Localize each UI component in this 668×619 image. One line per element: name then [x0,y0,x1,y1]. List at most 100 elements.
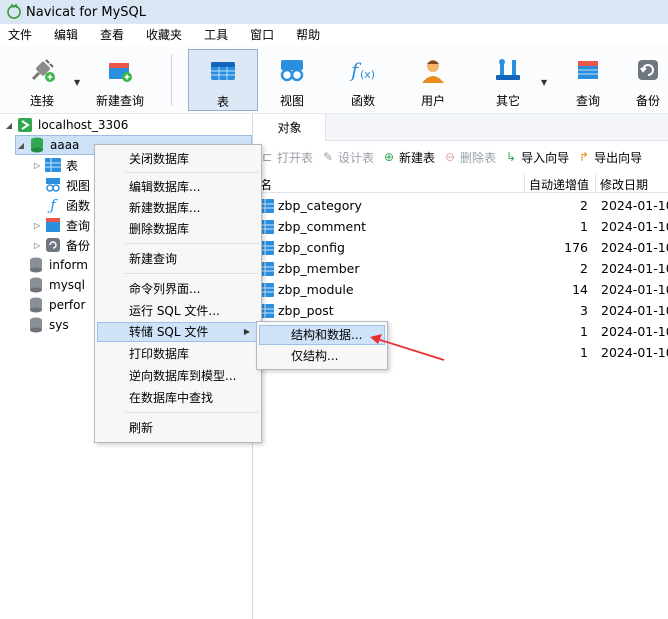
user-button[interactable]: 用户 [405,49,461,111]
plug-icon [27,55,57,85]
new-table-button[interactable]: ⊕ 新建表 [382,149,435,166]
minus-circle-icon: ⊖ [445,150,456,164]
backup-icon [45,237,61,253]
column-header-auto-increment[interactable]: 自动递增值 [529,176,589,193]
annotation-arrow-icon [370,334,445,361]
menu-help[interactable]: 帮助 [288,24,328,46]
table-row[interactable]: zbp_config 176 2024-01-10 [254,238,668,259]
connect-button[interactable]: 连接 [14,49,70,111]
table-icon [260,283,274,297]
query-icon [45,217,61,233]
menu-item-refresh[interactable]: 刷新 [97,418,259,438]
tools-icon [493,55,523,85]
connection-icon [17,117,33,133]
menu-item-reverse-to-model[interactable]: 逆向数据库到模型... [97,366,259,386]
menu-item-delete-database[interactable]: 删除数据库 [97,219,259,239]
tree-item-backups[interactable]: ▷ 备份 [32,235,90,255]
menu-view[interactable]: 查看 [92,24,132,46]
table-row[interactable]: zbp_member 2 2024-01-10 [254,259,668,280]
database-icon [28,317,44,333]
table-icon [260,220,274,234]
connect-dropdown-icon[interactable]: ▼ [74,78,80,87]
menu-item-command-line[interactable]: 命令列界面... [97,279,259,299]
menu-item-new-database[interactable]: 新建数据库... [97,198,259,218]
database-icon [28,297,44,313]
tree-item-functions[interactable]: ƒ 函数 [32,195,90,215]
database-icon [28,257,44,273]
menu-bar: 文件 编辑 查看 收藏夹 工具 窗口 帮助 [0,24,668,46]
tree-item-views[interactable]: 视图 [32,175,90,195]
import-icon: ↳ [506,150,517,164]
backup-button[interactable]: 备份 [628,49,668,111]
menu-item-find-in-database[interactable]: 在数据库中查找 [97,388,259,408]
column-header-modified-date[interactable]: 修改日期 [600,176,648,193]
query-icon [573,55,603,85]
open-table-button[interactable]: ⊏ 打开表 [260,149,313,166]
table-row[interactable]: zbp_comment 1 2024-01-10 [254,217,668,238]
menu-item-dump-sql-file[interactable]: 转储 SQL 文件 ▶ [97,322,259,342]
function-icon: f (x) [348,55,378,85]
tree-item-queries[interactable]: ▷ 查询 [32,215,90,235]
table-button[interactable]: 表 [188,49,258,111]
user-icon [418,55,448,85]
object-toolbar: ⊏ 打开表 ✎ 设计表 ⊕ 新建表 ⊖ 删除表 ↳ 导入向导 ↱ 导出向导 [254,141,668,173]
menu-item-close-database[interactable]: 关闭数据库 [97,149,259,169]
expand-triangle-icon[interactable]: ▷ [32,221,42,230]
other-button[interactable]: 其它 [480,49,536,111]
other-dropdown-icon[interactable]: ▼ [541,78,547,87]
menu-edit[interactable]: 编辑 [46,24,86,46]
table-icon [208,56,238,86]
database-node-mysql[interactable]: mysql [28,275,85,295]
menu-item-edit-database[interactable]: 编辑数据库... [97,177,259,197]
database-context-menu: 关闭数据库 编辑数据库... 新建数据库... 删除数据库 新建查询 命令列界面… [94,144,262,443]
import-wizard-button[interactable]: ↳ 导入向导 [504,149,569,166]
function-button[interactable]: f (x) 函数 [335,49,391,111]
new-query-button[interactable]: 新建查询 [90,49,150,111]
table-row[interactable]: zbp_post 3 2024-01-10 [254,301,668,322]
tree-item-tables[interactable]: ▷ 表 [32,155,78,175]
pencil-icon: ✎ [322,150,334,164]
table-icon [45,157,61,173]
svg-text:(x): (x) [360,68,375,81]
database-node-perfor[interactable]: perfor [28,295,85,315]
menu-tools[interactable]: 工具 [196,24,236,46]
table-icon [260,199,274,213]
submenu-arrow-icon: ▶ [243,327,250,336]
table-row[interactable]: zbp_category 2 2024-01-10 [254,196,668,217]
database-icon [29,137,45,153]
navicat-logo-icon [7,4,21,19]
database-node-inform[interactable]: inform [28,255,88,275]
expand-triangle-icon[interactable]: ▷ [32,241,42,250]
menu-file[interactable]: 文件 [0,24,40,46]
view-button[interactable]: 视图 [264,49,320,111]
table-icon [260,304,274,318]
title-bar: Navicat for MySQL [0,0,668,24]
function-icon: ƒ [50,196,56,214]
menu-item-run-sql-file[interactable]: 运行 SQL 文件... [97,301,259,321]
tab-strip: 对象 [254,114,668,141]
menu-favorites[interactable]: 收藏夹 [138,24,190,46]
collapse-triangle-icon[interactable]: ◢ [4,121,14,130]
export-icon: ↱ [579,150,590,164]
menu-item-print-database[interactable]: 打印数据库 [97,344,259,364]
table-icon [260,262,274,276]
table-row[interactable]: zbp_module 14 2024-01-10 [254,280,668,301]
design-table-button[interactable]: ✎ 设计表 [321,149,374,166]
table-icon [260,241,274,255]
connection-node[interactable]: ◢ localhost_3306 [4,115,128,135]
main-toolbar: 连接 ▼ 新建查询 表 视图 f (x) 函数 用户 其它 ▼ 查询 备份 [0,46,668,114]
view-icon [277,55,307,85]
export-wizard-button[interactable]: ↱ 导出向导 [577,149,642,166]
view-icon [45,177,61,193]
database-icon [28,277,44,293]
menu-item-new-query[interactable]: 新建查询 [97,249,259,269]
tab-objects[interactable]: 对象 [254,114,326,141]
backup-icon [633,55,663,85]
collapse-triangle-icon[interactable]: ◢ [16,141,26,150]
plus-circle-icon: ⊕ [384,150,395,164]
query-button[interactable]: 查询 [560,49,616,111]
database-node-sys[interactable]: sys [28,315,69,335]
delete-table-button[interactable]: ⊖ 删除表 [443,149,496,166]
expand-triangle-icon[interactable]: ▷ [32,161,42,170]
menu-window[interactable]: 窗口 [242,24,282,46]
